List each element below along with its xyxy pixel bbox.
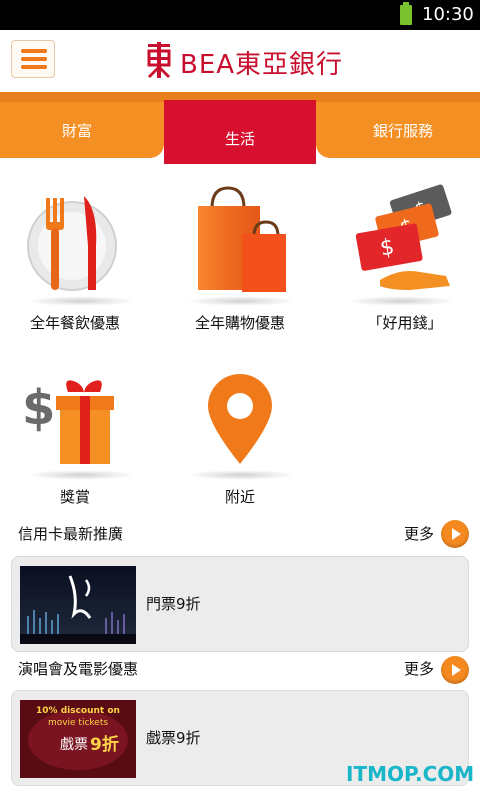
category-label: 全年購物優惠 [194, 314, 285, 332]
category-label: 獎賞 [59, 488, 90, 506]
promo-text: 門票9折 [146, 595, 201, 613]
svg-text:$: $ [22, 380, 55, 436]
arrow-right-icon[interactable] [441, 520, 469, 548]
section-title-concert-movie: 演唱會及電影優惠 [18, 660, 139, 678]
category-label: 全年餐飲優惠 [29, 314, 120, 332]
thumb-text: 9折 [90, 735, 119, 755]
status-bar: 10:30 [0, 0, 480, 30]
promo-card[interactable]: 門票9折 [11, 556, 469, 652]
arrow-right-icon[interactable] [441, 656, 469, 684]
more-link[interactable]: 更多 [404, 658, 434, 679]
more-link[interactable]: 更多 [404, 523, 434, 544]
promo-thumbnail: 10% discount on movie tickets 戲票 9折 [20, 700, 136, 778]
thumb-text: 10% discount on [36, 706, 120, 716]
watermark: ITMOP.COM [346, 762, 475, 786]
location-pin-icon [208, 374, 272, 464]
bea-emblem-icon [147, 42, 171, 78]
status-time: 10:30 [422, 4, 474, 25]
logo-text: BEA東亞銀行 [180, 50, 344, 80]
category-label: 附近 [224, 488, 255, 506]
gift-icon: $ [22, 380, 114, 464]
battery-icon [400, 2, 412, 25]
menu-icon [21, 49, 47, 53]
cash-cards-icon: $ $ $ [355, 184, 452, 290]
promo-text: 戲票9折 [146, 729, 201, 747]
thumb-text: 戲票 [60, 737, 88, 753]
menu-button[interactable] [11, 40, 55, 78]
shopping-bags-icon [198, 186, 286, 292]
app-header: BEA東亞銀行 [0, 30, 480, 92]
thumb-text: movie tickets [47, 718, 109, 728]
tab-lifestyle[interactable]: 生活 [164, 100, 316, 164]
tab-wealth[interactable]: 財富 [0, 102, 164, 158]
promo-thumbnail [20, 566, 136, 644]
category-label: 「好用錢」 [367, 314, 443, 332]
section-title-credit-card: 信用卡最新推廣 [18, 525, 124, 543]
dining-icon [27, 196, 117, 291]
tab-banking-services[interactable]: 銀行服務 [316, 102, 480, 158]
tab-bar: 財富 生活 銀行服務 [0, 92, 480, 164]
